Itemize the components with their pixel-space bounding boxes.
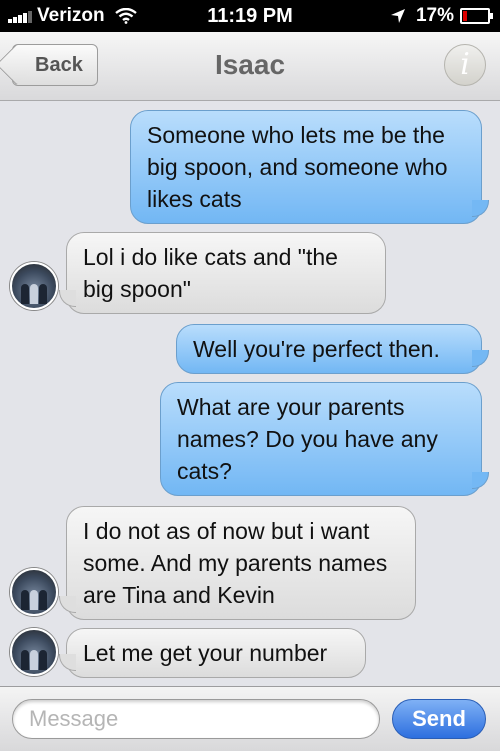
location-arrow-icon: [390, 9, 405, 23]
status-right: 17%: [390, 5, 493, 27]
compose-bar: Send: [0, 686, 500, 751]
battery-icon: [460, 8, 493, 24]
message-text: Well you're perfect then.: [193, 336, 440, 362]
message-bubble-sent[interactable]: Well you're perfect then.: [176, 324, 489, 374]
conversation-title: Isaac: [214, 49, 286, 80]
message-bubble-received[interactable]: I do not as of now but i want some. And …: [59, 506, 416, 620]
message-bubble-received[interactable]: Lol i do like cats and "the big spoon": [59, 232, 386, 314]
info-button[interactable]: i: [444, 44, 486, 86]
message-text: I do not as of now but i want some. And …: [83, 518, 388, 608]
message-bubble-received[interactable]: Let me get your number: [59, 628, 366, 678]
message-thread[interactable]: Someone who lets me be the big spoon, an…: [0, 100, 500, 686]
message-bubble-sent[interactable]: What are your parents names? Do you have…: [160, 382, 489, 496]
status-bar: Verizon 11:19 PM 17%: [0, 0, 500, 32]
contact-avatar[interactable]: [10, 628, 58, 676]
message-input[interactable]: [12, 699, 380, 739]
message-text: Let me get your number: [83, 640, 328, 666]
message-text: Lol i do like cats and "the big spoon": [83, 244, 338, 302]
message-text: What are your parents names? Do you have…: [177, 394, 438, 484]
battery-percent: 17%: [415, 5, 454, 26]
contact-avatar[interactable]: [10, 262, 58, 310]
send-button[interactable]: Send: [392, 699, 486, 739]
navigation-bar: Back Isaac i: [0, 32, 500, 101]
contact-avatar[interactable]: [10, 568, 58, 616]
message-bubble-sent[interactable]: Someone who lets me be the big spoon, an…: [130, 110, 489, 224]
message-text: Someone who lets me be the big spoon, an…: [147, 122, 448, 212]
